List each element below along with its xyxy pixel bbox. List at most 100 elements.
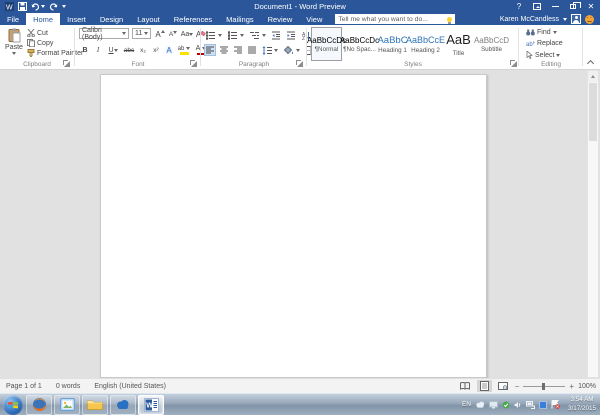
system-tray: EN 3:54 AM 3/17/2015: [462, 396, 600, 414]
font-size-combo[interactable]: 11: [132, 28, 151, 39]
find-button[interactable]: Find: [524, 28, 559, 37]
tab-layout[interactable]: Layout: [130, 13, 167, 25]
align-right-button[interactable]: [232, 44, 244, 56]
tab-file[interactable]: File: [0, 13, 26, 25]
tray-language-indicator[interactable]: EN: [462, 401, 471, 408]
undo-dropdown-caret[interactable]: [41, 5, 45, 8]
help-button[interactable]: ?: [510, 0, 528, 13]
zoom-out-button[interactable]: −: [515, 382, 520, 391]
svg-text:ab: ab: [526, 42, 533, 47]
superscript-button[interactable]: x²: [150, 44, 162, 56]
language-indicator[interactable]: English (United States): [94, 383, 166, 390]
ribbon-display-options-button[interactable]: [528, 0, 546, 13]
vertical-scrollbar[interactable]: [587, 70, 599, 378]
repeat-button[interactable]: [49, 3, 58, 11]
document-page[interactable]: [100, 74, 487, 378]
page-indicator[interactable]: Page 1 of 1: [6, 383, 42, 390]
style-subtitle[interactable]: AaBbCcD Subtitle: [476, 27, 507, 61]
zoom-slider[interactable]: [523, 386, 565, 387]
scrollbar-thumb[interactable]: [589, 83, 597, 141]
bold-button[interactable]: B: [79, 44, 91, 56]
cut-button[interactable]: Cut: [27, 29, 48, 37]
taskbar-explorer-button[interactable]: [82, 395, 108, 415]
print-layout-button[interactable]: [477, 380, 492, 392]
taskbar-onedrive-button[interactable]: [110, 395, 136, 415]
styles-dialog-launcher[interactable]: [510, 60, 517, 67]
grow-font-button[interactable]: A: [154, 28, 166, 40]
numbering-button[interactable]: [226, 30, 246, 41]
style-no-spacing[interactable]: AaBbCcDc ¶No Spac...: [344, 27, 375, 61]
justify-button[interactable]: [246, 44, 258, 56]
send-a-smile-icon[interactable]: [585, 15, 594, 24]
scroll-up-button[interactable]: [588, 71, 598, 82]
start-button[interactable]: [3, 395, 23, 415]
tray-volume-icon[interactable]: [514, 401, 522, 409]
align-center-button[interactable]: [218, 44, 230, 56]
taskbar-word-button[interactable]: W: [138, 395, 164, 415]
save-button[interactable]: [18, 2, 27, 11]
bullets-button[interactable]: [204, 30, 224, 41]
italic-button[interactable]: I: [92, 44, 104, 56]
tab-insert[interactable]: Insert: [60, 13, 93, 25]
shading-button[interactable]: [282, 45, 302, 56]
font-dialog-launcher[interactable]: [190, 60, 197, 67]
shrink-font-button[interactable]: A: [167, 28, 179, 40]
style-normal[interactable]: AaBbCcDc ¶Normal: [311, 27, 342, 61]
clipboard-dialog-launcher[interactable]: [63, 60, 70, 67]
strikethrough-button[interactable]: abc: [122, 44, 136, 56]
style-title[interactable]: AaB Title: [443, 27, 474, 61]
tab-view[interactable]: View: [299, 13, 329, 25]
customize-qat-caret[interactable]: [62, 5, 66, 8]
change-case-button[interactable]: Aa: [180, 28, 194, 40]
zoom-slider-thumb[interactable]: [542, 383, 545, 390]
decrease-indent-button[interactable]: [270, 30, 283, 41]
close-button[interactable]: ✕: [582, 0, 600, 13]
style-heading2[interactable]: AaBbCcE Heading 2: [410, 27, 441, 61]
copy-button[interactable]: Copy: [27, 39, 53, 47]
account-avatar[interactable]: [571, 14, 581, 24]
style-heading1[interactable]: AaBbC Heading 1: [377, 27, 408, 61]
editing-group: Find ab Replace Select Editing: [520, 25, 582, 69]
tab-references[interactable]: References: [167, 13, 219, 25]
tray-keyboard-layout-icon[interactable]: [539, 401, 547, 409]
restore-button[interactable]: [564, 0, 582, 13]
tell-me-box[interactable]: Tell me what you want to do...: [335, 14, 455, 24]
tray-network-icon[interactable]: [526, 401, 535, 409]
align-left-button[interactable]: [204, 44, 216, 56]
subscript-button[interactable]: x₂: [137, 44, 149, 56]
highlight-color-button[interactable]: ab: [176, 44, 192, 56]
paste-dropdown-caret[interactable]: [12, 52, 16, 55]
web-layout-button[interactable]: [496, 380, 511, 392]
zoom-level[interactable]: 100%: [578, 383, 596, 390]
font-name-combo[interactable]: Calibri (Body): [79, 28, 129, 39]
line-spacing-button[interactable]: [260, 45, 280, 56]
multilevel-list-button[interactable]: [248, 30, 268, 41]
tab-home[interactable]: Home: [26, 13, 60, 25]
taskbar-photo-viewer-button[interactable]: [54, 395, 80, 415]
tray-clock[interactable]: 3:54 AM 3/17/2015: [564, 396, 596, 414]
select-button[interactable]: Select: [524, 50, 562, 60]
tab-design[interactable]: Design: [93, 13, 130, 25]
zoom-in-button[interactable]: +: [569, 382, 574, 391]
tab-review[interactable]: Review: [261, 13, 300, 25]
account-name[interactable]: Karen McCandless: [500, 16, 559, 23]
minimize-button[interactable]: [546, 0, 564, 13]
undo-button[interactable]: [31, 3, 45, 11]
tab-mailings[interactable]: Mailings: [219, 13, 261, 25]
increase-indent-button[interactable]: [285, 30, 298, 41]
paragraph-dialog-launcher[interactable]: [296, 60, 303, 67]
read-mode-button[interactable]: [458, 380, 473, 392]
account-dropdown-caret[interactable]: [563, 18, 567, 21]
taskbar-firefox-button[interactable]: [26, 395, 52, 415]
replace-button[interactable]: ab Replace: [524, 39, 565, 48]
underline-button[interactable]: U: [105, 44, 121, 56]
tray-cloud-icon[interactable]: [475, 401, 485, 408]
word-count[interactable]: 0 words: [56, 383, 81, 390]
tray-remove-hardware-icon[interactable]: [502, 401, 510, 409]
tray-action-center-icon[interactable]: [551, 400, 560, 409]
svg-text:W: W: [146, 402, 153, 409]
collapse-ribbon-button[interactable]: [588, 59, 594, 65]
ribbon: Paste Cut Copy Format Painter Clipboard …: [0, 25, 600, 70]
tray-display-icon[interactable]: [489, 401, 498, 409]
text-effects-button[interactable]: A: [163, 44, 175, 56]
